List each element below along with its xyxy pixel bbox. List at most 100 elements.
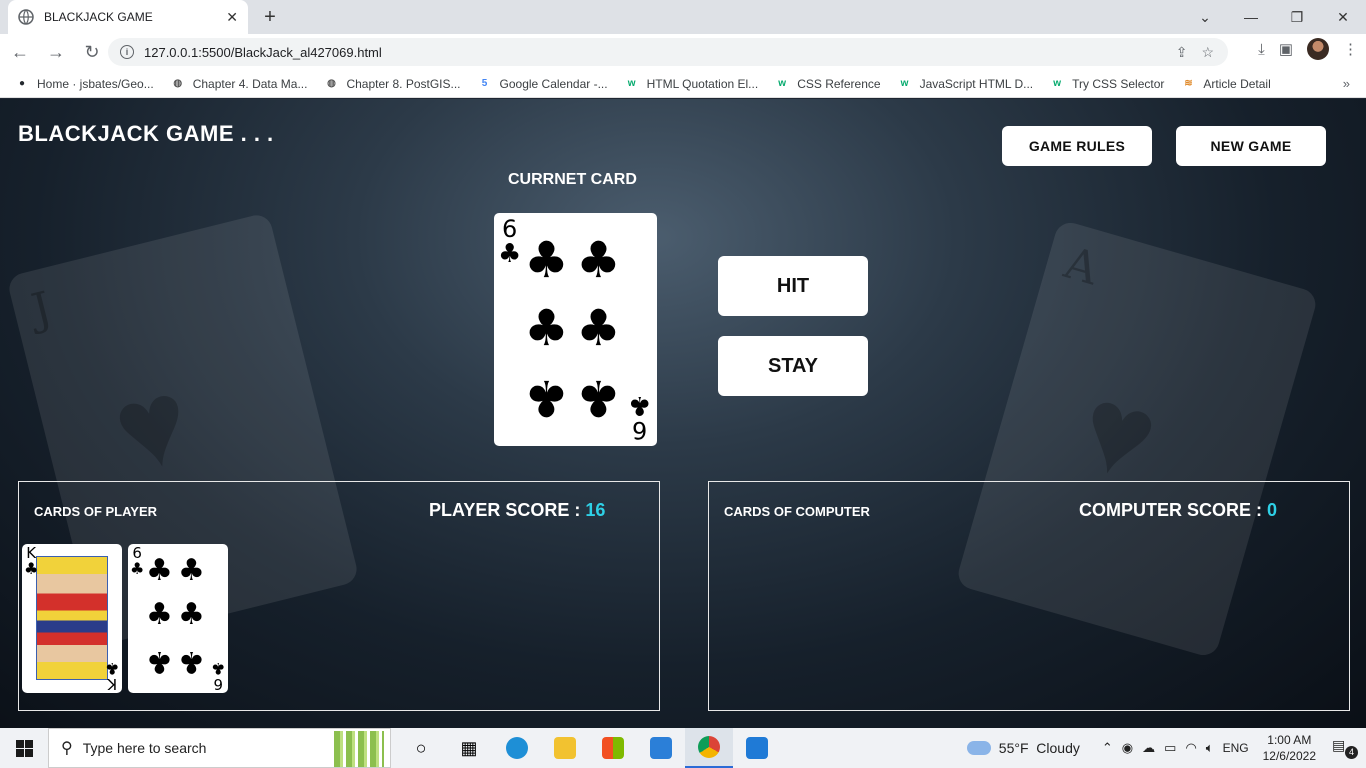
restore-button[interactable]: ❐: [1274, 0, 1320, 34]
forward-button[interactable]: →: [40, 36, 72, 68]
card-corner-bottom: 6 ♣: [210, 659, 225, 693]
clock[interactable]: 1:00 AM 12/6/2022: [1263, 732, 1316, 764]
side-panel-icon[interactable]: ▣: [1279, 40, 1293, 58]
bookmark-item[interactable]: w HTML Quotation El...: [624, 76, 759, 92]
toolbar-right: ⤓ ▣ ⋮: [1258, 38, 1358, 60]
window-controls: ⌄ — ❐ ✕: [1182, 0, 1366, 34]
browser-tabstrip: BLACKJACK GAME ✕ + ⌄ — ❐ ✕: [0, 0, 1366, 34]
vscode-icon[interactable]: [733, 728, 781, 768]
battery-icon[interactable]: ▭: [1164, 740, 1176, 756]
bookmark-label: Chapter 8. PostGIS...: [346, 76, 461, 91]
store-icon[interactable]: [589, 728, 637, 768]
file-explorer-icon[interactable]: [541, 728, 589, 768]
bookmark-item[interactable]: ≋ Article Detail: [1180, 76, 1271, 92]
stay-button[interactable]: STAY: [718, 336, 868, 396]
profile-avatar[interactable]: [1307, 38, 1329, 60]
computer-score: COMPUTER SCORE : 0: [1079, 500, 1277, 521]
volume-icon[interactable]: 🔈︎: [1206, 740, 1214, 756]
clock-date: 12/6/2022: [1262, 749, 1316, 763]
browser-tab[interactable]: BLACKJACK GAME ✕: [8, 0, 248, 34]
taskbar-apps: ○ ▦: [397, 728, 781, 768]
language-indicator[interactable]: ENG: [1223, 741, 1249, 755]
site-info-icon[interactable]: i: [120, 45, 134, 59]
computer-score-label: COMPUTER SCORE :: [1079, 500, 1268, 520]
tab-close-icon[interactable]: ✕: [226, 9, 238, 26]
w3schools-icon: w: [627, 78, 636, 89]
minimize-button[interactable]: —: [1228, 0, 1274, 34]
weather-widget[interactable]: 55°F Cloudy: [966, 740, 1080, 756]
club-icon: ♣: [146, 597, 173, 632]
globe-icon: ◍: [173, 78, 183, 89]
close-window-button[interactable]: ✕: [1320, 0, 1366, 34]
clock-time: 1:00 AM: [1267, 733, 1312, 747]
player-score: PLAYER SCORE : 16: [429, 500, 605, 521]
tab-search-icon[interactable]: ⌄: [1182, 0, 1228, 34]
hit-button[interactable]: HIT: [718, 256, 868, 316]
windows-logo-icon: [15, 739, 33, 757]
mail-icon[interactable]: [637, 728, 685, 768]
bookmark-item[interactable]: w CSS Reference: [774, 76, 880, 92]
back-button[interactable]: ←: [4, 36, 36, 68]
club-icon: ♣: [524, 369, 569, 427]
bookmark-item[interactable]: w Try CSS Selector: [1049, 76, 1164, 92]
bookmark-label: JavaScript HTML D...: [919, 76, 1034, 91]
bookmark-label: HTML Quotation El...: [646, 76, 759, 91]
bookmark-item[interactable]: ● Home · jsbates/Geo...: [14, 76, 154, 92]
share-icon[interactable]: ⇪: [1176, 44, 1188, 61]
wifi-icon[interactable]: ◠: [1185, 740, 1196, 756]
card-corner-top: 6 ♣: [498, 217, 521, 267]
bookmark-label: Article Detail: [1203, 76, 1271, 91]
club-icon: ♣: [627, 390, 651, 420]
card-corner-bottom: 6 ♣: [627, 390, 651, 444]
club-icon: ♣: [210, 659, 225, 678]
bookmark-star-icon[interactable]: ☆: [1201, 44, 1214, 61]
address-bar[interactable]: i 127.0.0.1:5500/BlackJack_al427069.html…: [108, 38, 1228, 66]
search-placeholder: Type here to search: [82, 740, 207, 756]
cloud-icon: [966, 741, 991, 755]
player-score-label: PLAYER SCORE :: [429, 500, 586, 520]
bookmark-label: CSS Reference: [797, 76, 881, 91]
system-tray: 55°F Cloudy ⌃ ◉ ☁ ▭ ◠ 🔈︎ ENG 1:00 AM 12/…: [966, 728, 1366, 768]
reload-button[interactable]: ↻: [76, 36, 108, 68]
notification-count: 4: [1345, 746, 1358, 759]
bookmark-item[interactable]: w JavaScript HTML D...: [897, 76, 1034, 92]
new-game-button[interactable]: NEW GAME: [1176, 126, 1326, 166]
game-rules-button[interactable]: GAME RULES: [1002, 126, 1152, 166]
bookmarks-more-icon[interactable]: »: [1343, 76, 1350, 91]
taskbar-search[interactable]: ⚲ Type here to search: [48, 728, 391, 768]
bookmark-item[interactable]: ◍ Chapter 8. PostGIS...: [323, 76, 460, 92]
browser-toolbar: ← → ↻ i 127.0.0.1:5500/BlackJack_al42706…: [0, 34, 1366, 70]
club-icon: ♣: [524, 299, 569, 357]
start-button[interactable]: [0, 728, 48, 768]
player-cards-label: CARDS OF PLAYER: [34, 504, 158, 519]
club-icon: ♣: [576, 369, 621, 427]
download-icon[interactable]: ⤓: [1258, 41, 1265, 58]
notification-center-icon[interactable]: ▤ 4: [1332, 737, 1360, 759]
bookmark-label: Try CSS Selector: [1072, 76, 1165, 91]
cortana-icon[interactable]: ○: [397, 728, 445, 768]
page-title: BLACKJACK GAME . . .: [18, 121, 274, 146]
bookmark-item[interactable]: ◍ Chapter 4. Data Ma...: [170, 76, 307, 92]
new-tab-button[interactable]: +: [258, 5, 282, 29]
club-icon: ♣: [576, 299, 621, 357]
chevron-up-icon[interactable]: ⌃: [1102, 740, 1113, 756]
player-card: 6 ♣ ♣ ♣ ♣ ♣ ♣ ♣ 6 ♣: [128, 544, 228, 693]
player-score-value: 16: [585, 500, 606, 520]
chrome-icon[interactable]: [685, 728, 733, 768]
card-corner-top: 6 ♣: [130, 546, 144, 577]
club-icon: ♣: [178, 644, 205, 679]
onedrive-icon[interactable]: ☁: [1142, 740, 1155, 756]
heart-icon: ♥: [101, 351, 203, 500]
bookmark-label: Google Calendar -...: [499, 76, 608, 91]
article-icon: ≋: [1184, 78, 1193, 89]
menu-kebab-icon[interactable]: ⋮: [1343, 40, 1358, 58]
search-icon: ⚲: [61, 740, 73, 757]
url-text[interactable]: 127.0.0.1:5500/BlackJack_al427069.html: [144, 45, 1176, 60]
windows-taskbar: ⚲ Type here to search ○ ▦ 55°F Cloudy ⌃ …: [0, 728, 1366, 768]
meet-now-icon[interactable]: ◉: [1122, 740, 1133, 756]
bookmark-item[interactable]: 5 Google Calendar -...: [477, 76, 608, 92]
edge-icon[interactable]: [493, 728, 541, 768]
background-card-rank: A: [1058, 237, 1104, 296]
task-view-icon[interactable]: ▦: [445, 728, 493, 768]
player-panel: CARDS OF PLAYER PLAYER SCORE : 16 K ♣ K …: [18, 481, 660, 711]
